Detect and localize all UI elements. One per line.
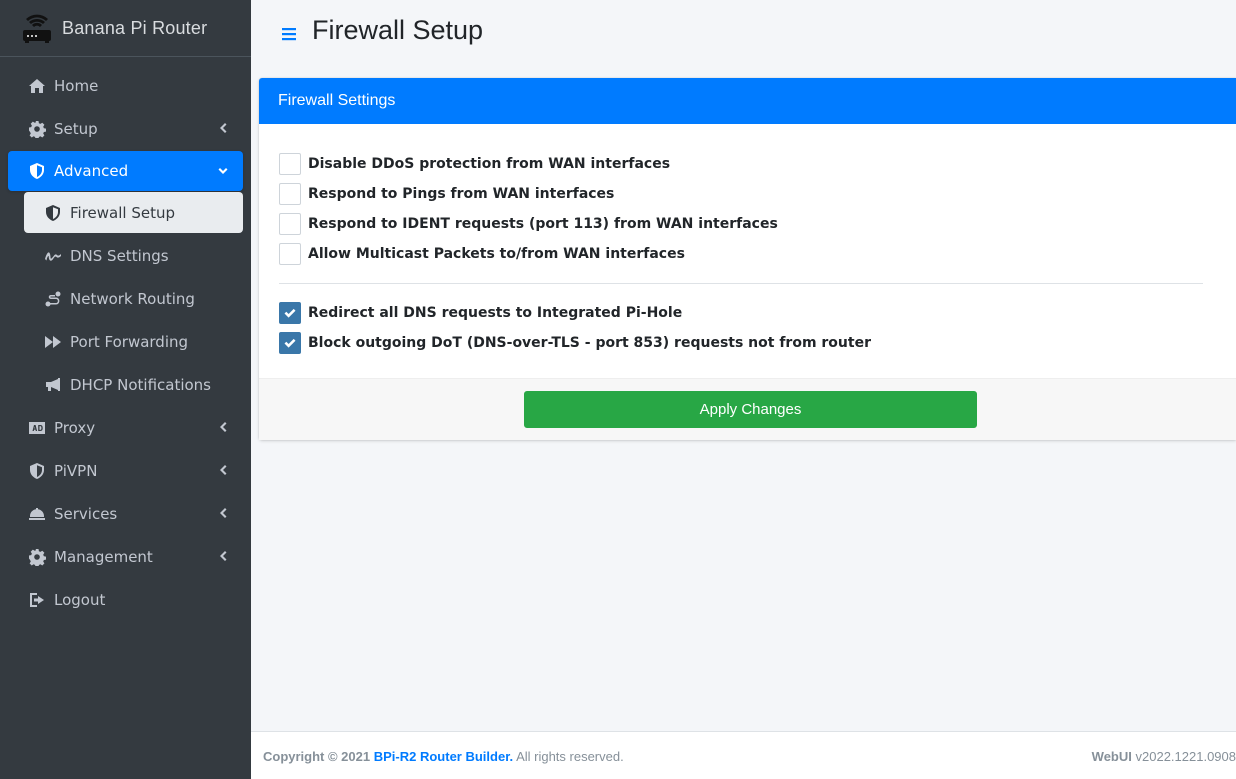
webui-label: WebUI (1091, 749, 1132, 764)
sidebar-item-firewall-setup[interactable]: Firewall Setup (24, 192, 243, 233)
sidebar-item-dhcp-notifications[interactable]: DHCP Notifications (24, 363, 243, 406)
ad-icon (28, 419, 46, 437)
sidebar-item-label: DNS Settings (70, 246, 169, 265)
apply-changes-button[interactable]: Apply Changes (524, 391, 977, 428)
sidebar-item-label: Firewall Setup (70, 203, 175, 222)
home-icon (28, 77, 46, 95)
card-title: Firewall Settings (259, 78, 1236, 124)
sidebar-item-label: Logout (54, 590, 106, 609)
sidebar-item-port-forwarding[interactable]: Port Forwarding (24, 320, 243, 363)
shield-icon (44, 204, 62, 222)
checkbox-label[interactable]: Respond to Pings from WAN interfaces (308, 186, 614, 202)
sidebar-nav: Home Setup Advanced Firewall Setup DNS S… (0, 57, 251, 621)
option-respond-pings: Respond to Pings from WAN interfaces (279, 179, 1216, 209)
route-icon (44, 290, 62, 308)
option-disable-ddos: Disable DDoS protection from WAN interfa… (279, 149, 1216, 179)
page-title: Firewall Setup (312, 15, 484, 45)
sidebar-item-label: Advanced (54, 162, 129, 180)
checkbox-label[interactable]: Allow Multicast Packets to/from WAN inte… (308, 246, 685, 262)
content-header: Firewall Setup (251, 0, 1236, 67)
checkbox-label[interactable]: Respond to IDENT requests (port 113) fro… (308, 216, 778, 232)
divider (279, 283, 1203, 284)
page-footer: Copyright © 2021 BPi-R2 Router Builder. … (251, 731, 1236, 779)
card-body: Disable DDoS protection from WAN interfa… (259, 124, 1236, 378)
brand-title: Banana Pi Router (62, 17, 208, 38)
chevron-left-icon (217, 463, 229, 477)
copyright-text: Copyright © 2021 (263, 749, 371, 764)
sidebar-item-label: Management (54, 547, 153, 566)
chevron-left-icon (217, 121, 229, 135)
chevron-left-icon (217, 420, 229, 434)
sidebar-item-dns-settings[interactable]: DNS Settings (24, 234, 243, 277)
checkbox[interactable] (279, 153, 301, 175)
option-allow-multicast: Allow Multicast Packets to/from WAN inte… (279, 239, 1216, 269)
sidebar-item-label: Port Forwarding (70, 332, 189, 351)
chevron-down-icon (217, 165, 229, 179)
brand[interactable]: Banana Pi Router (0, 0, 251, 57)
footer-copyright: Copyright © 2021 BPi-R2 Router Builder. … (263, 749, 624, 764)
sidebar-item-network-routing[interactable]: Network Routing (24, 277, 243, 320)
checkmark-icon (284, 308, 296, 318)
option-redirect-dns: Redirect all DNS requests to Integrated … (279, 298, 1216, 328)
shield-icon (28, 162, 46, 180)
sidebar-item-home[interactable]: Home (8, 64, 243, 107)
sign-out-icon (28, 591, 46, 609)
card-footer: Apply Changes (259, 378, 1236, 440)
sidebar-item-proxy[interactable]: Proxy (8, 406, 243, 449)
checkbox-checked[interactable] (279, 332, 301, 354)
checkbox-label[interactable]: Block outgoing DoT (DNS-over-TLS - port … (308, 335, 871, 351)
version-text: v2022.1221.0908 (1135, 749, 1236, 764)
sidebar-item-label: Proxy (54, 418, 96, 437)
checkbox[interactable] (279, 183, 301, 205)
hamburger-menu-icon[interactable] (281, 25, 297, 43)
checkmark-icon (284, 338, 296, 348)
signature-icon (44, 247, 62, 265)
gear-icon (28, 120, 46, 138)
sidebar-item-setup[interactable]: Setup (8, 107, 243, 150)
gear-icon (28, 548, 46, 566)
footer-link[interactable]: BPi-R2 Router Builder. (374, 749, 513, 764)
shield-icon (28, 462, 46, 480)
checkbox-label[interactable]: Redirect all DNS requests to Integrated … (308, 305, 682, 321)
option-block-dot: Block outgoing DoT (DNS-over-TLS - port … (279, 328, 1216, 358)
sidebar-item-advanced[interactable]: Advanced (8, 151, 243, 191)
sidebar-item-label: PiVPN (54, 461, 98, 480)
chevron-left-icon (217, 506, 229, 520)
sidebar-item-label: Home (54, 76, 99, 95)
sidebar-item-pivpn[interactable]: PiVPN (8, 449, 243, 492)
sidebar-item-label: Services (54, 504, 118, 523)
router-logo-icon (23, 14, 51, 43)
checkbox[interactable] (279, 213, 301, 235)
option-respond-ident: Respond to IDENT requests (port 113) fro… (279, 209, 1216, 239)
rights-text: All rights reserved. (516, 749, 624, 764)
checkbox[interactable] (279, 243, 301, 265)
checkbox-checked[interactable] (279, 302, 301, 324)
concierge-bell-icon (28, 505, 46, 523)
checkbox-label[interactable]: Disable DDoS protection from WAN interfa… (308, 156, 670, 172)
sidebar-item-logout[interactable]: Logout (8, 578, 243, 621)
firewall-settings-card: Firewall Settings Disable DDoS protectio… (259, 78, 1236, 440)
sidebar-item-label: Setup (54, 119, 98, 138)
footer-version: WebUI v2022.1221.0908 (1092, 749, 1236, 764)
fast-forward-icon (44, 333, 62, 351)
sidebar-item-services[interactable]: Services (8, 492, 243, 535)
bullhorn-icon (44, 376, 62, 394)
sidebar: Banana Pi Router Home Setup Advanced Fir… (0, 0, 251, 779)
sidebar-item-label: DHCP Notifications (70, 375, 211, 394)
sidebar-item-label: Network Routing (70, 289, 195, 308)
sidebar-item-management[interactable]: Management (8, 535, 243, 578)
chevron-left-icon (217, 549, 229, 563)
